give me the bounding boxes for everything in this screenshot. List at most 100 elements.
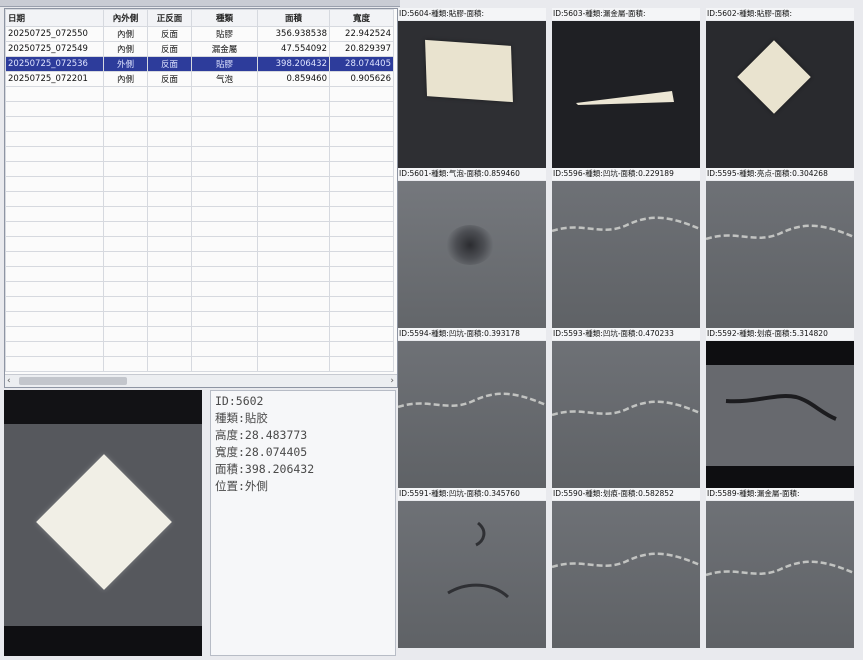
defect-thumbnail[interactable]: ID:5594-種類:凹坑-面積:0.393178 (398, 328, 546, 488)
column-header-face[interactable]: 正反面 (147, 9, 192, 27)
table-header-row: 日期 內外側 正反面 種類 面積 寬度 (5, 9, 394, 27)
thumbnail-image (552, 501, 700, 648)
cell-date[interactable]: 20250725_072550 (5, 26, 104, 42)
cell-width[interactable]: 28.074405 (329, 56, 394, 72)
cell-face[interactable]: 反面 (147, 41, 192, 57)
defect-thumbnail[interactable]: ID:5595-種類:亮点-面積:0.304268 (706, 168, 854, 328)
table-row[interactable]: 20250725_072549 內側 反面 漏金屬 47.554092 20.829397 (5, 41, 394, 57)
defect-thumbnail[interactable]: ID:5591-種類:凹坑-面積:0.345760 (398, 488, 546, 648)
empty-row (5, 131, 394, 147)
defect-thumbnail[interactable]: ID:5590-種類:划痕-面積:0.582852 (552, 488, 700, 648)
cell-side[interactable]: 內側 (103, 41, 148, 57)
window-top-strip (0, 0, 400, 7)
cell-face[interactable]: 反面 (147, 26, 192, 42)
cell-face[interactable]: 反面 (147, 56, 192, 72)
thumbnail-caption: ID:5603-種類:漏金屬-面積: (552, 8, 700, 20)
empty-row (5, 86, 394, 102)
thumbnail-caption: ID:5595-種類:亮点-面積:0.304268 (706, 168, 854, 180)
cell-area[interactable]: 356.938538 (257, 26, 330, 42)
empty-row (5, 191, 394, 207)
table-row[interactable]: 20250725_072201 內側 反面 气泡 0.859460 0.905626 (5, 71, 394, 87)
thumbnail-caption: ID:5594-種類:凹坑-面積:0.393178 (398, 328, 546, 340)
table-row[interactable]: 20250725_072536 外側 反面 貼膠 398.206432 28.074405 (5, 56, 394, 72)
scroll-left-arrow-icon[interactable]: ‹ (7, 375, 11, 387)
info-type: 種類:貼胶 (215, 411, 268, 425)
empty-row (5, 266, 394, 282)
cell-width[interactable]: 20.829397 (329, 41, 394, 57)
cell-type[interactable]: 貼膠 (191, 26, 258, 42)
empty-row (5, 341, 394, 357)
column-header-width[interactable]: 寬度 (329, 9, 394, 27)
empty-row (5, 311, 394, 327)
thumbnail-image (552, 21, 700, 168)
defect-info-panel: ID:5602 種類:貼胶 高度:28.483773 寬度:28.074405 … (210, 390, 396, 656)
cell-type[interactable]: 气泡 (191, 71, 258, 87)
cell-date[interactable]: 20250725_072549 (5, 41, 104, 57)
column-header-type[interactable]: 種類 (191, 9, 258, 27)
empty-row (5, 281, 394, 297)
thumbnail-image (552, 181, 700, 328)
cell-date[interactable]: 20250725_072201 (5, 71, 104, 87)
thumbnail-image (706, 341, 854, 488)
cell-area[interactable]: 47.554092 (257, 41, 330, 57)
defect-thumbnail[interactable]: ID:5589-種類:漏金屬-面積: (706, 488, 854, 648)
defect-thumbnail[interactable]: ID:5596-種類:凹坑-面積:0.229189 (552, 168, 700, 328)
scroll-right-arrow-icon[interactable]: › (390, 375, 394, 387)
cell-area[interactable]: 0.859460 (257, 71, 330, 87)
defect-shape (36, 454, 172, 590)
horizontal-scrollbar[interactable]: ‹ › (5, 374, 397, 387)
cell-date[interactable]: 20250725_072536 (5, 56, 104, 72)
empty-row (5, 326, 394, 342)
defect-thumbnail[interactable]: ID:5604-種類:貼膠-面積: (398, 8, 546, 168)
defect-thumbnail[interactable]: ID:5592-種類:划痕-面積:5.314820 (706, 328, 854, 488)
cell-side[interactable]: 內側 (103, 26, 148, 42)
cell-side[interactable]: 內側 (103, 71, 148, 87)
thumbnail-image (706, 21, 854, 168)
cell-type[interactable]: 貼膠 (191, 56, 258, 72)
info-height: 高度:28.483773 (215, 428, 308, 442)
empty-row (5, 146, 394, 162)
column-header-area[interactable]: 面積 (257, 9, 330, 27)
thumbnail-image (398, 341, 546, 488)
thumbnail-caption: ID:5591-種類:凹坑-面積:0.345760 (398, 488, 546, 500)
thumbnail-image (706, 501, 854, 648)
thumbnail-caption: ID:5589-種類:漏金屬-面積: (706, 488, 854, 500)
thumbnail-caption: ID:5590-種類:划痕-面積:0.582852 (552, 488, 700, 500)
empty-row (5, 296, 394, 312)
thumbnail-caption: ID:5602-種類:貼膠-面積: (706, 8, 854, 20)
cell-width[interactable]: 0.905626 (329, 71, 394, 87)
empty-row (5, 116, 394, 132)
thumbnail-image (706, 181, 854, 328)
thumbnail-caption: ID:5601-種類:气泡-面積:0.859460 (398, 168, 546, 180)
column-header-side[interactable]: 內外側 (103, 9, 148, 27)
thumbnail-image (552, 341, 700, 488)
column-header-date[interactable]: 日期 (5, 9, 104, 27)
cell-type[interactable]: 漏金屬 (191, 41, 258, 57)
empty-row (5, 356, 394, 372)
thumbnail-image (398, 21, 546, 168)
table-row[interactable]: 20250725_072550 內側 反面 貼膠 356.938538 22.942524 (5, 26, 394, 42)
empty-row (5, 101, 394, 117)
cell-width[interactable]: 22.942524 (329, 26, 394, 42)
defect-thumbnail[interactable]: ID:5603-種類:漏金屬-面積: (552, 8, 700, 168)
thumbnail-caption: ID:5596-種類:凹坑-面積:0.229189 (552, 168, 700, 180)
info-position: 位置:外側 (215, 479, 268, 493)
info-id: ID:5602 (215, 394, 264, 408)
defect-thumbnail[interactable]: ID:5602-種類:貼膠-面積: (706, 8, 854, 168)
defect-table-panel: 日期 內外側 正反面 種類 面積 寬度 20250725_072550 內側 反面貼… (4, 8, 398, 388)
empty-row (5, 206, 394, 222)
defect-thumbnail[interactable]: ID:5593-種類:凹坑-面積:0.470233 (552, 328, 700, 488)
thumbnail-caption: ID:5593-種類:凹坑-面積:0.470233 (552, 328, 700, 340)
scrollbar-thumb[interactable] (19, 377, 127, 385)
empty-row (5, 221, 394, 237)
info-width: 寬度:28.074405 (215, 445, 308, 459)
cell-face[interactable]: 反面 (147, 71, 192, 87)
thumbnail-caption: ID:5592-種類:划痕-面積:5.314820 (706, 328, 854, 340)
empty-row (5, 161, 394, 177)
cell-side[interactable]: 外側 (103, 56, 148, 72)
cell-area[interactable]: 398.206432 (257, 56, 330, 72)
defect-thumbnail[interactable]: ID:5601-種類:气泡-面積:0.859460 (398, 168, 546, 328)
defect-preview-image (4, 390, 202, 656)
empty-row (5, 176, 394, 192)
thumbnail-image (398, 501, 546, 648)
